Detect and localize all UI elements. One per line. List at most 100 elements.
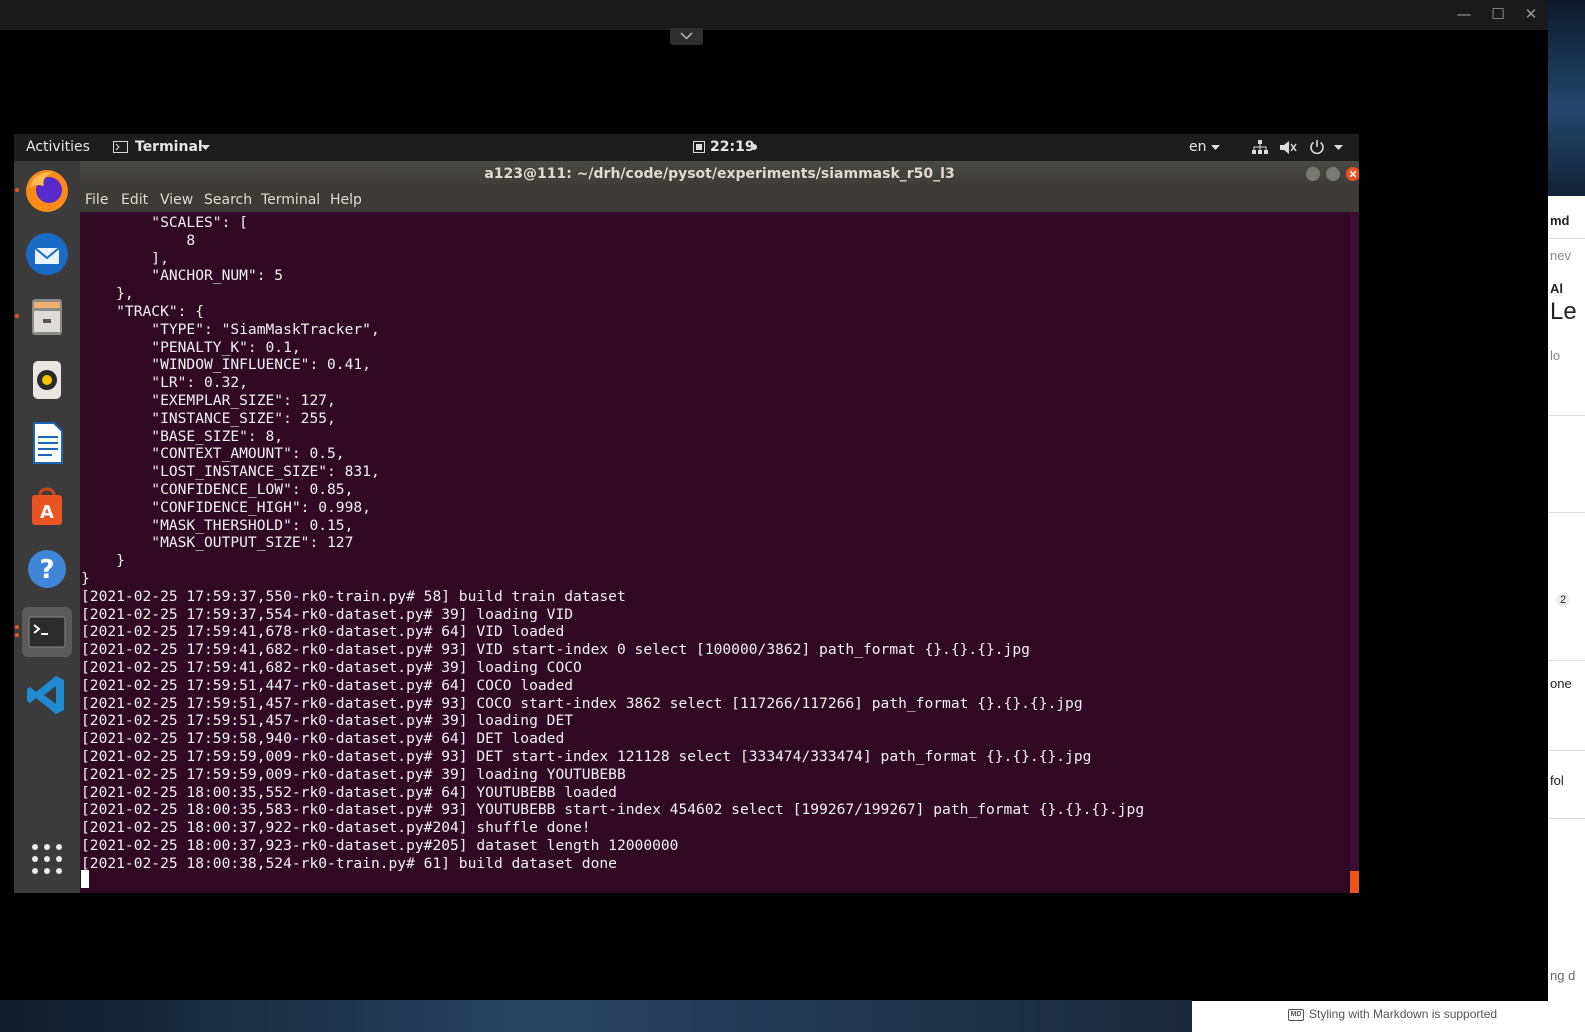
thunderbird-icon bbox=[26, 233, 68, 275]
terminal-maximize-button[interactable] bbox=[1326, 167, 1340, 181]
thunderbird-launcher[interactable] bbox=[22, 229, 72, 279]
file-cabinet-icon bbox=[32, 299, 62, 335]
terminal-text: "SCALES": [ 8 ], "ANCHOR_NUM": 5 }, "TRA… bbox=[81, 214, 1144, 872]
bg-fragment: 2 bbox=[1556, 594, 1571, 606]
show-applications-button[interactable] bbox=[22, 834, 72, 884]
app-menu-button[interactable]: Terminal bbox=[135, 139, 203, 155]
svg-text:?: ? bbox=[39, 555, 54, 585]
chevron-down-icon bbox=[1211, 145, 1220, 150]
menu-file[interactable]: File bbox=[85, 192, 108, 208]
bg-fragment: Le bbox=[1550, 298, 1577, 325]
screenshot-icon bbox=[693, 141, 705, 153]
chevron-down-icon bbox=[201, 145, 210, 150]
menu-edit[interactable]: Edit bbox=[121, 192, 148, 208]
terminal-line: "INSTANCE_SIZE": 255, bbox=[81, 409, 336, 427]
menu-view[interactable]: View bbox=[160, 192, 193, 208]
terminal-line: "WINDOW_INFLUENCE": 0.41, bbox=[81, 356, 371, 374]
menu-terminal[interactable]: Terminal bbox=[261, 192, 320, 208]
help-launcher[interactable]: ? bbox=[22, 544, 72, 594]
terminal-line: "CONFIDENCE_LOW": 0.85, bbox=[81, 480, 354, 498]
maximize-button[interactable]: ☐ bbox=[1485, 3, 1511, 25]
terminal-line: [2021-02-25 17:59:41,682-rk0-dataset.py#… bbox=[81, 658, 582, 676]
terminal-launcher[interactable] bbox=[15, 607, 72, 657]
terminal-line: [2021-02-25 17:59:41,682-rk0-dataset.py#… bbox=[81, 641, 1030, 659]
terminal-line: [2021-02-25 17:59:51,447-rk0-dataset.py#… bbox=[81, 676, 574, 694]
terminal-line: [2021-02-25 18:00:38,524-rk0-train.py# 6… bbox=[81, 854, 617, 872]
menu-help[interactable]: Help bbox=[330, 192, 362, 208]
firefox-launcher[interactable] bbox=[15, 166, 72, 216]
terminal-line: [2021-02-25 18:00:35,583-rk0-dataset.py#… bbox=[81, 801, 1145, 819]
vscode-launcher[interactable] bbox=[22, 670, 72, 720]
bg-fragment: md bbox=[1550, 213, 1570, 228]
terminal-line: "ANCHOR_NUM": 5 bbox=[81, 267, 284, 285]
terminal-close-button[interactable] bbox=[1346, 167, 1359, 181]
writer-launcher[interactable] bbox=[22, 418, 72, 468]
terminal-line: [2021-02-25 17:59:41,678-rk0-dataset.py#… bbox=[81, 623, 565, 641]
background-window-wallpaper bbox=[1548, 0, 1585, 196]
terminal-line: "CONFIDENCE_HIGH": 0.998, bbox=[81, 498, 371, 516]
close-icon bbox=[1350, 171, 1356, 177]
terminal-line: [2021-02-25 17:59:37,554-rk0-dataset.py#… bbox=[81, 605, 574, 623]
terminal-cursor bbox=[81, 870, 89, 888]
bg-fragment: lo bbox=[1550, 348, 1561, 363]
software-launcher[interactable]: A bbox=[22, 481, 72, 531]
terminal-line: "LOST_INSTANCE_SIZE": 831, bbox=[81, 463, 380, 481]
language-indicator[interactable]: en bbox=[1189, 139, 1207, 155]
terminal-line: [2021-02-25 17:59:59,009-rk0-dataset.py#… bbox=[81, 747, 1092, 765]
power-icon[interactable] bbox=[1309, 139, 1325, 155]
terminal-line: } bbox=[81, 569, 90, 587]
bg-fragment: ng d bbox=[1550, 968, 1576, 983]
terminal-title: a123@111: ~/drh/code/pysot/experiments/s… bbox=[484, 166, 955, 182]
terminal-line: "TRACK": { bbox=[81, 302, 205, 320]
terminal-titlebar[interactable]: a123@111: ~/drh/code/pysot/experiments/s… bbox=[80, 161, 1359, 187]
terminal-line: [2021-02-25 17:59:51,457-rk0-dataset.py#… bbox=[81, 712, 574, 730]
shopping-bag-icon: A bbox=[32, 487, 62, 525]
app-grid-icon bbox=[32, 844, 62, 874]
minimize-button[interactable]: — bbox=[1451, 3, 1477, 25]
terminal-scrollbar[interactable] bbox=[1350, 212, 1359, 893]
chevron-down-icon bbox=[680, 32, 693, 40]
markdown-hint: MD Styling with Markdown is supported bbox=[1192, 1001, 1548, 1032]
rhythmbox-launcher[interactable] bbox=[22, 355, 72, 405]
terminal-line: "MASK_OUTPUT_SIZE": 127 bbox=[81, 534, 354, 552]
markdown-hint-text: Styling with Markdown is supported bbox=[1309, 1007, 1498, 1021]
volume-muted-icon[interactable] bbox=[1280, 140, 1297, 155]
menu-search[interactable]: Search bbox=[204, 192, 252, 208]
terminal-line: [2021-02-25 17:59:58,940-rk0-dataset.py#… bbox=[81, 730, 565, 748]
bg-fragment: Al bbox=[1550, 281, 1563, 296]
help-icon: ? bbox=[28, 550, 66, 588]
bg-fragment: fol bbox=[1550, 773, 1564, 788]
scrollbar-thumb[interactable] bbox=[1350, 871, 1359, 893]
terminal-menubar: File Edit View Search Terminal Help bbox=[80, 187, 1359, 212]
ubuntu-desktop: Activities Terminal 22:19 en A ? a123@11… bbox=[14, 134, 1359, 893]
bg-fragment: nev bbox=[1550, 248, 1571, 263]
terminal-minimize-button[interactable] bbox=[1306, 167, 1320, 181]
svg-text:A: A bbox=[40, 502, 54, 523]
top-panel: Activities Terminal 22:19 en bbox=[14, 134, 1359, 161]
vscode-icon bbox=[27, 676, 64, 714]
terminal-line: "PENALTY_K": 0.1, bbox=[81, 338, 301, 356]
markdown-icon: MD bbox=[1288, 1009, 1304, 1021]
notification-dot bbox=[751, 144, 757, 150]
files-launcher[interactable] bbox=[15, 292, 72, 342]
background-window: md nev Al Le lo 2 one fol ng d bbox=[1548, 0, 1585, 1032]
terminal-line: [2021-02-25 17:59:59,009-rk0-dataset.py#… bbox=[81, 765, 626, 783]
collapse-toolbar-button[interactable] bbox=[670, 28, 703, 45]
network-icon[interactable] bbox=[1252, 140, 1268, 155]
clock[interactable]: 22:19 bbox=[710, 139, 755, 155]
bg-fragment: one bbox=[1550, 676, 1572, 691]
terminal-line: }, bbox=[81, 285, 134, 303]
chevron-down-icon bbox=[1334, 145, 1343, 150]
document-icon bbox=[33, 422, 63, 464]
activities-button[interactable]: Activities bbox=[26, 139, 90, 155]
terminal-line: "CONTEXT_AMOUNT": 0.5, bbox=[81, 445, 345, 463]
terminal-output[interactable]: "SCALES": [ 8 ], "ANCHOR_NUM": 5 }, "TRA… bbox=[80, 212, 1350, 893]
terminal-line: "MASK_THERSHOLD": 0.15, bbox=[81, 516, 354, 534]
terminal-icon bbox=[28, 616, 66, 648]
terminal-line: } bbox=[81, 552, 125, 570]
terminal-line: [2021-02-25 18:00:37,923-rk0-dataset.py#… bbox=[81, 836, 679, 854]
viewer-titlebar: — ☐ ✕ bbox=[0, 0, 1585, 30]
terminal-app-icon bbox=[113, 141, 128, 153]
close-button[interactable]: ✕ bbox=[1518, 3, 1544, 25]
terminal-line: ], bbox=[81, 249, 169, 267]
